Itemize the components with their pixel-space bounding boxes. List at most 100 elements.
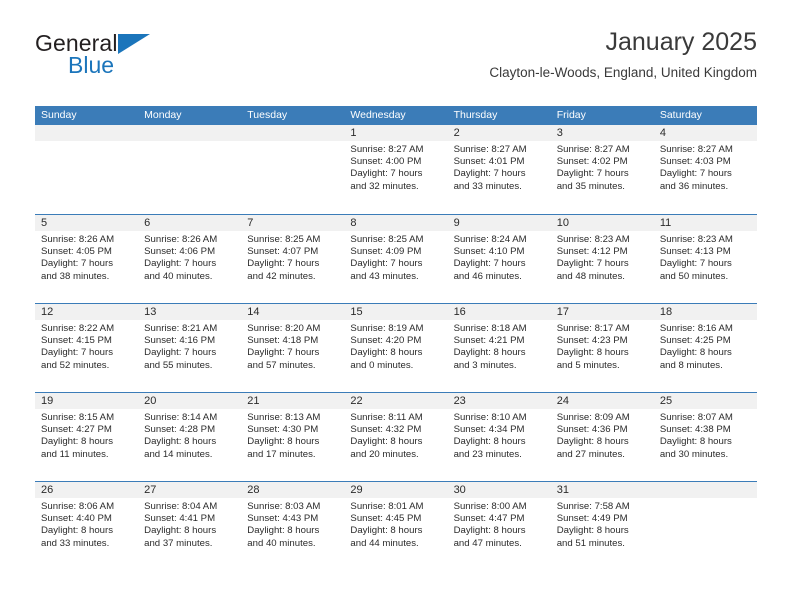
day-cell[interactable]: 5 Sunrise: 8:26 AM Sunset: 4:05 PM Dayli… bbox=[35, 215, 139, 303]
sunrise-text: Sunrise: 8:16 AM bbox=[659, 323, 733, 334]
daylight-text-line2: and 14 minutes. bbox=[144, 448, 213, 460]
day-cell[interactable]: 12 Sunrise: 8:22 AM Sunset: 4:15 PM Dayl… bbox=[35, 304, 139, 392]
daylight-text-line2: and 5 minutes. bbox=[556, 359, 620, 371]
day-info: Sunrise: 8:10 AM Sunset: 4:34 PM Dayligh… bbox=[448, 409, 551, 461]
day-number: 26 bbox=[35, 482, 139, 498]
day-info: Sunrise: 8:14 AM Sunset: 4:28 PM Dayligh… bbox=[138, 409, 241, 461]
day-cell[interactable] bbox=[35, 125, 139, 214]
daylight-text-line1: Daylight: 7 hours bbox=[659, 168, 732, 180]
day-number: 18 bbox=[653, 304, 757, 320]
day-cell[interactable]: 11 Sunrise: 8:23 AM Sunset: 4:13 PM Dayl… bbox=[653, 215, 757, 303]
day-cell[interactable]: 22 Sunrise: 8:11 AM Sunset: 4:32 PM Dayl… bbox=[344, 393, 448, 481]
sunset-text: Sunset: 4:25 PM bbox=[659, 335, 731, 347]
day-cell[interactable]: 8 Sunrise: 8:25 AM Sunset: 4:09 PM Dayli… bbox=[344, 215, 448, 303]
daylight-text-line1: Daylight: 7 hours bbox=[350, 258, 423, 270]
week-row: 1 Sunrise: 8:27 AM Sunset: 4:00 PM Dayli… bbox=[35, 125, 757, 214]
day-cell[interactable]: 4 Sunrise: 8:27 AM Sunset: 4:03 PM Dayli… bbox=[653, 125, 757, 214]
day-cell[interactable]: 18 Sunrise: 8:16 AM Sunset: 4:25 PM Dayl… bbox=[653, 304, 757, 392]
daylight-text-line1: Daylight: 8 hours bbox=[556, 347, 629, 359]
daylight-text-line2: and 33 minutes. bbox=[41, 537, 110, 549]
generalblue-logo[interactable]: General Blue bbox=[35, 30, 235, 86]
weekday-header-monday: Monday bbox=[144, 109, 182, 121]
day-cell[interactable]: 3 Sunrise: 8:27 AM Sunset: 4:02 PM Dayli… bbox=[550, 125, 654, 214]
daylight-text-line2: and 51 minutes. bbox=[556, 537, 625, 549]
day-cell[interactable] bbox=[653, 482, 757, 570]
daylight-text-line1: Daylight: 8 hours bbox=[41, 525, 113, 537]
daylight-text-line2: and 8 minutes. bbox=[659, 359, 723, 371]
sunset-text: Sunset: 4:30 PM bbox=[247, 424, 319, 436]
day-cell[interactable]: 24 Sunrise: 8:09 AM Sunset: 4:36 PM Dayl… bbox=[550, 393, 654, 481]
day-cell[interactable]: 10 Sunrise: 8:23 AM Sunset: 4:12 PM Dayl… bbox=[550, 215, 654, 303]
sunset-text: Sunset: 4:49 PM bbox=[556, 513, 628, 525]
sunrise-text: Sunrise: 8:10 AM bbox=[453, 412, 527, 423]
day-number bbox=[35, 125, 139, 141]
day-cell[interactable]: 23 Sunrise: 8:10 AM Sunset: 4:34 PM Dayl… bbox=[447, 393, 551, 481]
daylight-text-line1: Daylight: 7 hours bbox=[247, 258, 320, 270]
weekday-header-saturday: Saturday bbox=[659, 109, 702, 121]
day-cell[interactable]: 17 Sunrise: 8:17 AM Sunset: 4:23 PM Dayl… bbox=[550, 304, 654, 392]
day-cell[interactable]: 31 Sunrise: 7:58 AM Sunset: 4:49 PM Dayl… bbox=[550, 482, 654, 570]
day-number: 5 bbox=[35, 215, 139, 231]
day-cell[interactable]: 29 Sunrise: 8:01 AM Sunset: 4:45 PM Dayl… bbox=[344, 482, 448, 570]
week-row: 5 Sunrise: 8:26 AM Sunset: 4:05 PM Dayli… bbox=[35, 214, 757, 303]
sunset-text: Sunset: 4:09 PM bbox=[350, 246, 422, 258]
day-info: Sunrise: 8:06 AM Sunset: 4:40 PM Dayligh… bbox=[35, 498, 138, 550]
day-cell[interactable]: 19 Sunrise: 8:15 AM Sunset: 4:27 PM Dayl… bbox=[35, 393, 139, 481]
calendar-grid: Sunday Monday Tuesday Wednesday Thursday… bbox=[35, 106, 757, 570]
daylight-text-line1: Daylight: 8 hours bbox=[41, 436, 113, 448]
day-cell[interactable]: 7 Sunrise: 8:25 AM Sunset: 4:07 PM Dayli… bbox=[241, 215, 345, 303]
daylight-text-line1: Daylight: 8 hours bbox=[556, 436, 629, 448]
day-number: 20 bbox=[138, 393, 242, 409]
daylight-text-line1: Daylight: 7 hours bbox=[556, 258, 629, 270]
day-number: 19 bbox=[35, 393, 139, 409]
day-info: Sunrise: 8:01 AM Sunset: 4:45 PM Dayligh… bbox=[344, 498, 447, 550]
day-cell[interactable]: 21 Sunrise: 8:13 AM Sunset: 4:30 PM Dayl… bbox=[241, 393, 345, 481]
sunset-text: Sunset: 4:36 PM bbox=[556, 424, 628, 436]
day-cell[interactable]: 13 Sunrise: 8:21 AM Sunset: 4:16 PM Dayl… bbox=[138, 304, 242, 392]
daylight-text-line2: and 35 minutes. bbox=[556, 180, 625, 192]
day-number: 27 bbox=[138, 482, 242, 498]
day-cell[interactable] bbox=[138, 125, 242, 214]
day-info: Sunrise: 8:09 AM Sunset: 4:36 PM Dayligh… bbox=[551, 409, 654, 461]
day-number: 29 bbox=[344, 482, 448, 498]
sunrise-text: Sunrise: 8:13 AM bbox=[247, 412, 321, 423]
day-info: Sunrise: 8:25 AM Sunset: 4:09 PM Dayligh… bbox=[344, 231, 447, 283]
daylight-text-line1: Daylight: 8 hours bbox=[453, 525, 526, 537]
daylight-text-line2: and 40 minutes. bbox=[247, 537, 316, 549]
day-number: 23 bbox=[447, 393, 551, 409]
day-cell[interactable]: 27 Sunrise: 8:04 AM Sunset: 4:41 PM Dayl… bbox=[138, 482, 242, 570]
sunrise-text: Sunrise: 8:03 AM bbox=[247, 501, 321, 512]
daylight-text-line1: Daylight: 7 hours bbox=[350, 168, 423, 180]
daylight-text-line1: Daylight: 7 hours bbox=[41, 258, 113, 270]
day-cell[interactable]: 2 Sunrise: 8:27 AM Sunset: 4:01 PM Dayli… bbox=[447, 125, 551, 214]
day-cell[interactable] bbox=[241, 125, 345, 214]
day-number: 1 bbox=[344, 125, 448, 141]
sunrise-text: Sunrise: 8:26 AM bbox=[41, 234, 115, 245]
day-number: 28 bbox=[241, 482, 345, 498]
sunrise-text: Sunrise: 8:27 AM bbox=[659, 144, 733, 155]
daylight-text-line2: and 27 minutes. bbox=[556, 448, 625, 460]
day-cell[interactable]: 1 Sunrise: 8:27 AM Sunset: 4:00 PM Dayli… bbox=[344, 125, 448, 214]
day-info: Sunrise: 8:11 AM Sunset: 4:32 PM Dayligh… bbox=[344, 409, 447, 461]
daylight-text-line2: and 33 minutes. bbox=[453, 180, 522, 192]
day-cell[interactable]: 6 Sunrise: 8:26 AM Sunset: 4:06 PM Dayli… bbox=[138, 215, 242, 303]
day-info: Sunrise: 8:26 AM Sunset: 4:06 PM Dayligh… bbox=[138, 231, 241, 283]
sunrise-text: Sunrise: 8:17 AM bbox=[556, 323, 630, 334]
day-info: Sunrise: 8:27 AM Sunset: 4:01 PM Dayligh… bbox=[448, 141, 551, 193]
day-cell[interactable]: 14 Sunrise: 8:20 AM Sunset: 4:18 PM Dayl… bbox=[241, 304, 345, 392]
daylight-text-line2: and 57 minutes. bbox=[247, 359, 316, 371]
sunrise-text: Sunrise: 8:07 AM bbox=[659, 412, 733, 423]
day-cell[interactable]: 25 Sunrise: 8:07 AM Sunset: 4:38 PM Dayl… bbox=[653, 393, 757, 481]
weekday-header-thursday: Thursday bbox=[453, 109, 498, 121]
day-cell[interactable]: 15 Sunrise: 8:19 AM Sunset: 4:20 PM Dayl… bbox=[344, 304, 448, 392]
daylight-text-line2: and 0 minutes. bbox=[350, 359, 414, 371]
sunset-text: Sunset: 4:45 PM bbox=[350, 513, 422, 525]
day-cell[interactable]: 28 Sunrise: 8:03 AM Sunset: 4:43 PM Dayl… bbox=[241, 482, 345, 570]
day-number: 16 bbox=[447, 304, 551, 320]
day-cell[interactable]: 20 Sunrise: 8:14 AM Sunset: 4:28 PM Dayl… bbox=[138, 393, 242, 481]
day-cell[interactable]: 26 Sunrise: 8:06 AM Sunset: 4:40 PM Dayl… bbox=[35, 482, 139, 570]
day-cell[interactable]: 9 Sunrise: 8:24 AM Sunset: 4:10 PM Dayli… bbox=[447, 215, 551, 303]
sunset-text: Sunset: 4:40 PM bbox=[41, 513, 112, 525]
day-cell[interactable]: 16 Sunrise: 8:18 AM Sunset: 4:21 PM Dayl… bbox=[447, 304, 551, 392]
day-cell[interactable]: 30 Sunrise: 8:00 AM Sunset: 4:47 PM Dayl… bbox=[447, 482, 551, 570]
